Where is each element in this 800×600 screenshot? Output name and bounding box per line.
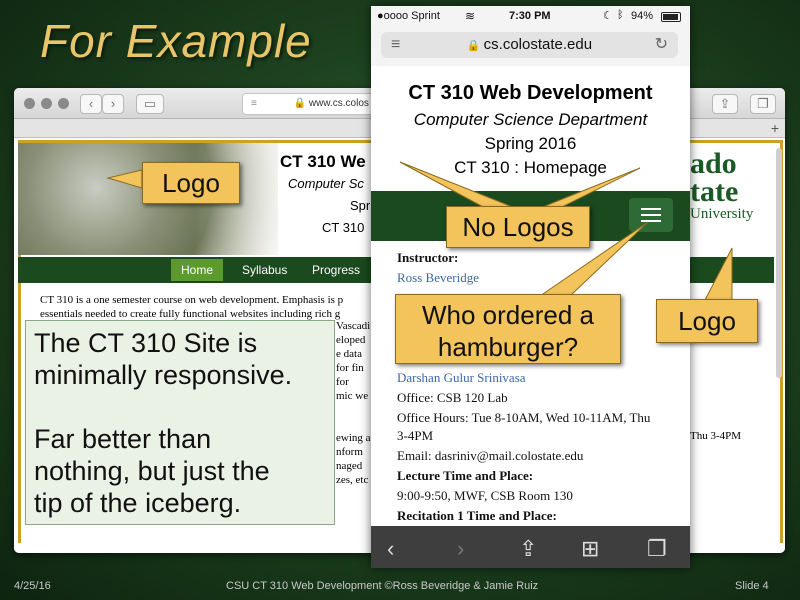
- hamburger-callout: Who ordered a hamburger?: [395, 294, 621, 364]
- no-logos-callout: No Logos: [446, 206, 590, 248]
- logo-callout-right: Logo: [656, 299, 758, 343]
- logo-right-pointer: [704, 247, 733, 301]
- footer-slide-number: Slide 4: [735, 580, 769, 592]
- footer-date: 4/25/16: [14, 580, 51, 592]
- footer-credit: CSU CT 310 Web Development ©Ross Beverid…: [226, 580, 539, 592]
- logo-callout-left: Logo: [142, 162, 240, 204]
- no-logos-pointer-left: [399, 161, 516, 209]
- logo-left-pointer: [106, 169, 143, 189]
- no-logos-pointer-right: [539, 167, 641, 209]
- hamburger-callout-line-2: hamburger?: [437, 332, 579, 362]
- hamburger-callout-line-1: Who ordered a: [422, 300, 594, 330]
